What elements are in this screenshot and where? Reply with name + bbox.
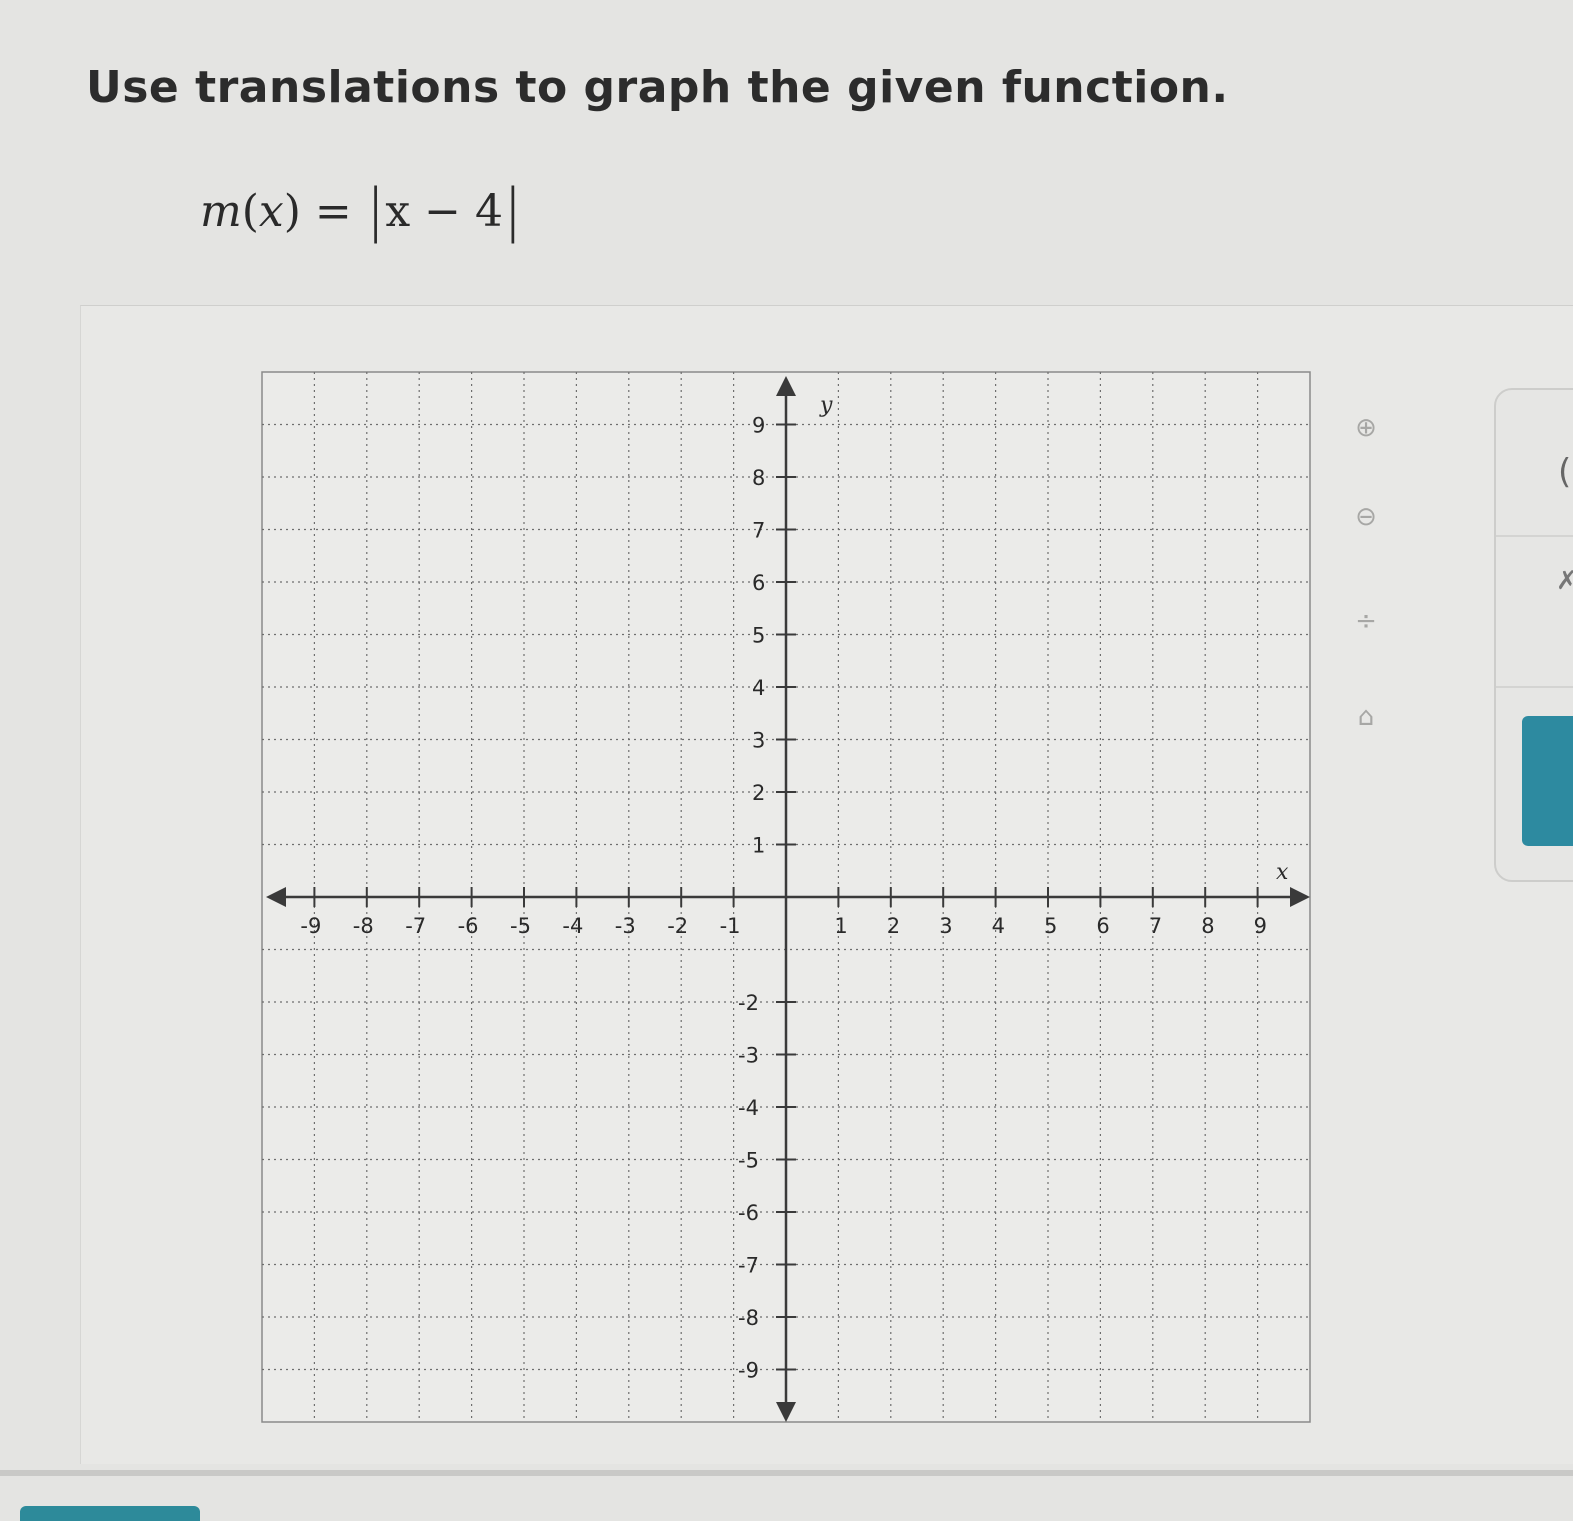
x-tick-label: -1 xyxy=(720,914,741,938)
y-tick-label: -4 xyxy=(738,1096,759,1120)
submit-button[interactable] xyxy=(1522,716,1573,846)
y-tick-label: -7 xyxy=(738,1254,759,1278)
y-axis-label: y xyxy=(819,393,833,418)
y-tick-label: -6 xyxy=(738,1201,759,1225)
zoom-in-icon[interactable]: ⊕ xyxy=(1346,408,1386,448)
x-tick-label: -8 xyxy=(353,914,374,938)
y-tick-label: 6 xyxy=(752,571,765,595)
y-tick-label: -2 xyxy=(738,991,759,1015)
x-tick-label: 2 xyxy=(887,914,900,938)
x-tick-label: 1 xyxy=(834,914,847,938)
y-tick-label: 5 xyxy=(752,624,765,648)
x-tick-label: -2 xyxy=(667,914,688,938)
x-tick-label: 4 xyxy=(992,914,1005,938)
y-tick-label: 7 xyxy=(752,519,765,543)
x-tick-label: 3 xyxy=(939,914,952,938)
x-tick-label: 7 xyxy=(1149,914,1162,938)
y-tick-label: 2 xyxy=(752,781,765,805)
x-tick-label: -6 xyxy=(458,914,479,938)
side-panel-divider xyxy=(1496,535,1573,537)
x-tick-label: -9 xyxy=(300,914,321,938)
x-axis-label: x xyxy=(1276,860,1289,885)
y-tick-label: 1 xyxy=(752,834,765,858)
zoom-out-icon[interactable]: ⊖ xyxy=(1346,497,1386,537)
side-panel: ( ✗ xyxy=(1494,388,1573,882)
y-tick-label: 9 xyxy=(752,414,765,438)
graph-canvas[interactable]: -9 -8 -7 -6 -5 -4 -3 -2 -1 1 2 3 4 5 6 7 8 9 9 8 7 6 5 4 3 2 1 -2 -3… xyxy=(0,0,1573,1521)
y-tick-label: -9 xyxy=(738,1359,759,1383)
cross-icon[interactable]: ✗ xyxy=(1556,566,1573,596)
paren-icon[interactable]: ( xyxy=(1558,452,1571,492)
x-tick-label: -7 xyxy=(405,914,426,938)
y-tick-label: 3 xyxy=(752,729,765,753)
y-tick-label: 8 xyxy=(752,466,765,490)
x-tick-label: 6 xyxy=(1096,914,1109,938)
side-panel-divider xyxy=(1496,686,1573,688)
x-tick-label: 8 xyxy=(1201,914,1214,938)
y-tick-label: -3 xyxy=(738,1044,759,1068)
x-tick-label: 5 xyxy=(1044,914,1057,938)
footer-action-button[interactable] xyxy=(20,1506,200,1521)
x-tick-label: -4 xyxy=(562,914,583,938)
x-tick-label: -3 xyxy=(615,914,636,938)
home-icon[interactable]: ⌂ xyxy=(1346,697,1386,737)
y-tick-label: -5 xyxy=(738,1149,759,1173)
x-tick-label: -5 xyxy=(510,914,531,938)
resize-icon[interactable]: ÷ xyxy=(1346,601,1386,641)
y-tick-label: -8 xyxy=(738,1306,759,1330)
footer-divider xyxy=(0,1470,1573,1476)
y-tick-label: 4 xyxy=(752,676,765,700)
x-tick-label: 9 xyxy=(1254,914,1267,938)
